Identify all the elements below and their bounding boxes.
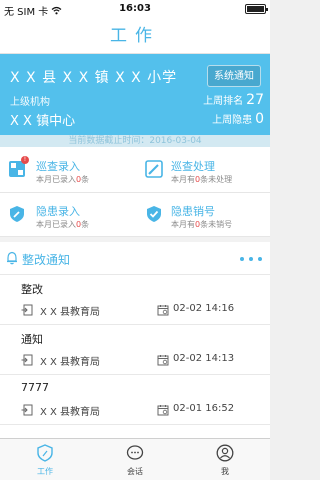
tab-label: 会话 — [127, 467, 143, 476]
sender-icon — [21, 354, 33, 366]
action-summary: 本月已录入0条 — [36, 174, 89, 185]
more-menu-icon[interactable] — [240, 257, 262, 261]
sender-icon — [21, 404, 33, 416]
hazard-value: 0 — [255, 111, 264, 127]
hazard-close-button[interactable]: 隐患销号 本月有0条未销号 — [135, 192, 270, 237]
notice-item[interactable]: 整改 X X 县教育局 02-02 14:16 — [0, 275, 270, 325]
calendar-icon — [157, 355, 169, 366]
calendar-icon — [157, 305, 169, 316]
tab-me[interactable]: 我 — [180, 439, 270, 480]
notice-title: 通知 — [21, 333, 43, 346]
last-week-hazard: 上周隐患 0 — [212, 111, 264, 127]
status-bar: 无 SIM 卡 16:03 — [0, 0, 270, 18]
action-label: 巡查处理 — [171, 160, 215, 173]
summary-prefix: 本月已录入 — [36, 220, 76, 229]
notice-source: X X 县教育局 — [40, 407, 101, 418]
summary-suffix: 条未处理 — [200, 175, 233, 184]
action-label: 隐患销号 — [171, 205, 215, 218]
page-title: 工作 — [110, 26, 160, 46]
shield-icon — [37, 444, 53, 462]
school-info-card: X X 县 X X 镇 X X 小学 系统通知 上级机构 X X 镇中心 上周排… — [0, 54, 270, 135]
patrol-handle-button[interactable]: 巡查处理 本月有0条未处理 — [135, 147, 270, 192]
summary-suffix: 条 — [81, 175, 90, 184]
patrol-entry-icon: ! — [8, 156, 29, 178]
bottom-tab-bar: 工作 会话 我 — [0, 438, 270, 480]
summary-suffix: 条未销号 — [200, 220, 233, 229]
action-label: 隐患录入 — [36, 205, 80, 218]
data-cutoff-time: 当前数据截止时间：2016-03-04 — [0, 135, 270, 147]
action-summary: 本月已录入0条 — [36, 219, 89, 230]
bell-icon — [7, 251, 17, 265]
action-summary: 本月有0条未处理 — [171, 174, 232, 185]
summary-prefix: 本月有 — [171, 220, 195, 229]
calendar-icon — [157, 405, 169, 416]
notice-time: 02-01 16:52 — [173, 403, 235, 414]
notice-source: X X 县教育局 — [40, 307, 101, 318]
tab-label: 我 — [221, 467, 229, 476]
user-icon — [216, 444, 234, 462]
tab-work[interactable]: 工作 — [0, 439, 90, 480]
summary-prefix: 本月已录入 — [36, 175, 76, 184]
action-grid: ! 巡查录入 本月已录入0条 巡查处理 本月有0条未处理 隐患录入 本月已录入0… — [0, 147, 270, 237]
nav-title-bar: 工作 — [0, 18, 270, 54]
action-summary: 本月有0条未销号 — [171, 219, 232, 230]
patrol-handle-icon — [145, 160, 163, 178]
action-label: 巡查录入 — [36, 160, 80, 173]
chat-icon — [126, 445, 144, 460]
hazard-entry-button[interactable]: 隐患录入 本月已录入0条 — [0, 192, 135, 237]
tab-label: 工作 — [37, 467, 53, 476]
alert-badge: ! — [21, 156, 29, 164]
notice-time: 02-02 14:13 — [173, 353, 235, 364]
tab-chat[interactable]: 会话 — [90, 439, 180, 480]
sender-icon — [21, 304, 33, 316]
rank-value: 27 — [246, 92, 264, 108]
parent-org-name: X X 镇中心 — [10, 114, 76, 129]
hazard-close-icon — [145, 205, 163, 223]
summary-prefix: 本月有 — [171, 175, 195, 184]
notice-section-title: 整改通知 — [22, 253, 71, 267]
summary-suffix: 条 — [81, 220, 90, 229]
system-notice-button[interactable]: 系统通知 — [207, 65, 261, 87]
app-screen: 无 SIM 卡 16:03 工作 X X 县 X X 镇 X X 小学 系统通知… — [0, 0, 270, 480]
parent-org-label: 上级机构 — [10, 97, 50, 108]
patrol-entry-button[interactable]: ! 巡查录入 本月已录入0条 — [0, 147, 135, 192]
hazard-entry-icon — [8, 205, 26, 223]
notice-item[interactable]: 7777 X X 县教育局 02-01 16:52 — [0, 375, 270, 425]
battery-icon — [245, 4, 268, 14]
notice-time: 02-02 14:16 — [173, 303, 235, 314]
rank-label: 上周排名 — [203, 96, 244, 107]
last-week-rank: 上周排名 27 — [203, 92, 264, 108]
rectification-notice-panel: 整改通知 整改 X X 县教育局 02-02 14:16 通知 X X 县教育局… — [0, 242, 270, 438]
notice-title: 7777 — [21, 381, 49, 394]
notice-title: 整改 — [21, 283, 43, 296]
notice-header: 整改通知 — [0, 242, 270, 275]
hazard-label: 上周隐患 — [212, 115, 253, 126]
notice-source: X X 县教育局 — [40, 357, 101, 368]
school-name: X X 县 X X 镇 X X 小学 — [10, 70, 178, 86]
notice-item[interactable]: 通知 X X 县教育局 02-02 14:13 — [0, 325, 270, 375]
status-time: 16:03 — [119, 3, 151, 14]
